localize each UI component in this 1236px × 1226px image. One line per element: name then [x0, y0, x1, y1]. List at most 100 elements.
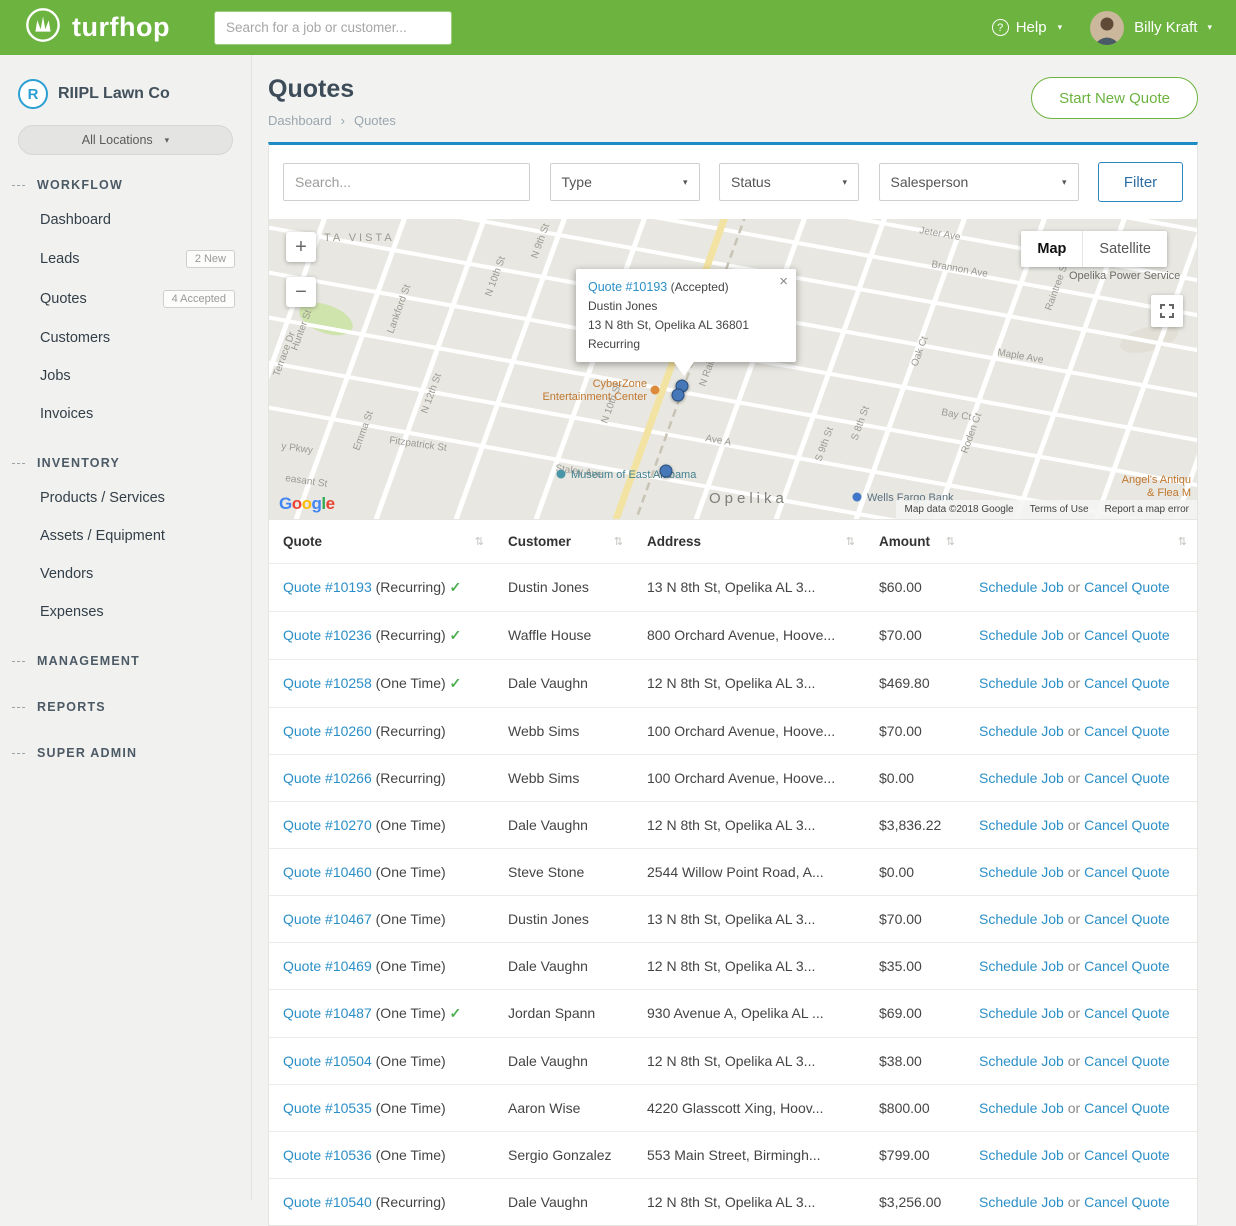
sort-icon[interactable]: ⇅: [846, 535, 855, 548]
type-select[interactable]: Type ▾: [550, 163, 700, 201]
cancel-quote-link[interactable]: Cancel Quote: [1084, 675, 1170, 691]
cancel-quote-link[interactable]: Cancel Quote: [1084, 770, 1170, 786]
cancel-quote-link[interactable]: Cancel Quote: [1084, 1100, 1170, 1116]
map-canvas[interactable]: TA VISTAN 10th StN 10th StN 12th StN 9th…: [269, 219, 1197, 519]
report-map-error-link[interactable]: Report a map error: [1105, 504, 1189, 515]
quote-link[interactable]: Quote #10460: [283, 864, 372, 880]
close-icon[interactable]: ×: [779, 274, 788, 289]
schedule-job-link[interactable]: Schedule Job: [979, 864, 1064, 880]
schedule-job-link[interactable]: Schedule Job: [979, 1100, 1064, 1116]
schedule-job-link[interactable]: Schedule Job: [979, 1005, 1064, 1021]
cancel-quote-link[interactable]: Cancel Quote: [1084, 1194, 1170, 1210]
table-header-amount[interactable]: Amount ⇅: [865, 520, 965, 563]
quote-link[interactable]: Quote #10193: [283, 579, 372, 595]
schedule-job-link[interactable]: Schedule Job: [979, 675, 1064, 691]
sidebar-section-header-workflow[interactable]: WORKFLOW: [0, 169, 251, 201]
actions-cell: Schedule Job or Cancel Quote: [965, 849, 1197, 895]
schedule-job-link[interactable]: Schedule Job: [979, 579, 1064, 595]
quote-link[interactable]: Quote #10504: [283, 1053, 372, 1069]
user-menu[interactable]: Billy Kraft ▾: [1134, 19, 1212, 36]
schedule-job-link[interactable]: Schedule Job: [979, 627, 1064, 643]
cancel-quote-link[interactable]: Cancel Quote: [1084, 817, 1170, 833]
cancel-quote-link[interactable]: Cancel Quote: [1084, 627, 1170, 643]
table-header-address[interactable]: Address ⇅: [633, 520, 865, 563]
sidebar-item-products-services[interactable]: Products / Services: [0, 479, 251, 517]
cancel-quote-link[interactable]: Cancel Quote: [1084, 1053, 1170, 1069]
schedule-job-link[interactable]: Schedule Job: [979, 911, 1064, 927]
sidebar-item-jobs[interactable]: Jobs: [0, 357, 251, 395]
cancel-quote-link[interactable]: Cancel Quote: [1084, 1147, 1170, 1163]
quotes-search-input[interactable]: [283, 163, 530, 201]
cancel-quote-link[interactable]: Cancel Quote: [1084, 911, 1170, 927]
sidebar-item-vendors[interactable]: Vendors: [0, 555, 251, 593]
quote-map-marker[interactable]: [660, 465, 673, 478]
zoom-out-button[interactable]: −: [286, 277, 316, 307]
sidebar-section-header-super-admin[interactable]: SUPER ADMIN: [0, 737, 251, 769]
google-logo[interactable]: Google: [279, 494, 335, 514]
quote-link[interactable]: Quote #10467: [283, 911, 372, 927]
sidebar-item-quotes[interactable]: Quotes4 Accepted: [0, 279, 251, 319]
sort-icon[interactable]: ⇅: [946, 535, 955, 548]
sidebar-item-expenses[interactable]: Expenses: [0, 593, 251, 631]
schedule-job-link[interactable]: Schedule Job: [979, 817, 1064, 833]
filter-bar: Type ▾ Status ▾ Salesperson ▾ Filter: [269, 145, 1197, 219]
sidebar-section-header-management[interactable]: MANAGEMENT: [0, 645, 251, 677]
all-locations-dropdown[interactable]: All Locations ▾: [18, 125, 233, 155]
map-view-button[interactable]: Map: [1021, 231, 1082, 267]
quote-link[interactable]: Quote #10270: [283, 817, 372, 833]
zoom-in-button[interactable]: +: [286, 232, 316, 262]
sidebar-item-label: Leads: [40, 251, 80, 267]
cancel-quote-link[interactable]: Cancel Quote: [1084, 579, 1170, 595]
sidebar-item-assets-equipment[interactable]: Assets / Equipment: [0, 517, 251, 555]
sidebar-item-leads[interactable]: Leads2 New: [0, 239, 251, 279]
terms-of-use-link[interactable]: Terms of Use: [1030, 504, 1089, 515]
table-header-customer[interactable]: Customer ⇅: [494, 520, 633, 563]
sidebar-item-invoices[interactable]: Invoices: [0, 395, 251, 433]
satellite-view-button[interactable]: Satellite: [1082, 231, 1167, 267]
start-new-quote-button[interactable]: Start New Quote: [1031, 77, 1198, 119]
global-search-input[interactable]: [214, 11, 452, 45]
schedule-job-link[interactable]: Schedule Job: [979, 1053, 1064, 1069]
schedule-job-link[interactable]: Schedule Job: [979, 1194, 1064, 1210]
sort-icon[interactable]: ⇅: [614, 535, 623, 548]
schedule-job-link[interactable]: Schedule Job: [979, 770, 1064, 786]
section-dash-icon: [12, 185, 25, 186]
cancel-quote-link[interactable]: Cancel Quote: [1084, 1005, 1170, 1021]
quote-map-marker[interactable]: [672, 389, 685, 402]
quote-cell: Quote #10193 (Recurring) ✓: [269, 564, 494, 611]
quote-link[interactable]: Quote #10258: [283, 675, 372, 691]
quote-link[interactable]: Quote #10260: [283, 723, 372, 739]
sidebar-item-label: Dashboard: [40, 212, 111, 228]
sidebar-item-customers[interactable]: Customers: [0, 319, 251, 357]
quote-link[interactable]: Quote #10236: [283, 627, 372, 643]
cancel-quote-link[interactable]: Cancel Quote: [1084, 864, 1170, 880]
schedule-job-link[interactable]: Schedule Job: [979, 723, 1064, 739]
cancel-quote-link[interactable]: Cancel Quote: [1084, 723, 1170, 739]
quote-link[interactable]: Quote #10540: [283, 1194, 372, 1210]
status-select[interactable]: Status ▾: [719, 163, 859, 201]
sidebar-section-header-inventory[interactable]: INVENTORY: [0, 447, 251, 479]
table-header-actions[interactable]: ⇅: [965, 520, 1197, 563]
quote-link[interactable]: Quote #10469: [283, 958, 372, 974]
sort-icon[interactable]: ⇅: [1178, 535, 1187, 548]
help-menu[interactable]: ? Help ▾: [992, 19, 1062, 36]
avatar[interactable]: [1090, 11, 1124, 45]
cancel-quote-link[interactable]: Cancel Quote: [1084, 958, 1170, 974]
sidebar-item-dashboard[interactable]: Dashboard: [0, 201, 251, 239]
schedule-job-link[interactable]: Schedule Job: [979, 958, 1064, 974]
quote-link[interactable]: Quote #10535: [283, 1100, 372, 1116]
quote-link[interactable]: Quote #10536: [283, 1147, 372, 1163]
table-header-quote[interactable]: Quote ⇅: [269, 520, 494, 563]
schedule-job-link[interactable]: Schedule Job: [979, 1147, 1064, 1163]
filter-button[interactable]: Filter: [1098, 162, 1183, 202]
infowindow-quote-link[interactable]: Quote #10193: [588, 280, 667, 294]
quote-link[interactable]: Quote #10266: [283, 770, 372, 786]
chevron-down-icon: ▾: [1058, 22, 1063, 33]
salesperson-select[interactable]: Salesperson ▾: [879, 163, 1079, 201]
sidebar-section-header-reports[interactable]: REPORTS: [0, 691, 251, 723]
fullscreen-button[interactable]: [1151, 295, 1183, 327]
sort-icon[interactable]: ⇅: [475, 535, 484, 548]
breadcrumb-dashboard-link[interactable]: Dashboard: [268, 113, 332, 128]
turfhop-brand[interactable]: turfhop: [24, 6, 170, 49]
quote-link[interactable]: Quote #10487: [283, 1005, 372, 1021]
